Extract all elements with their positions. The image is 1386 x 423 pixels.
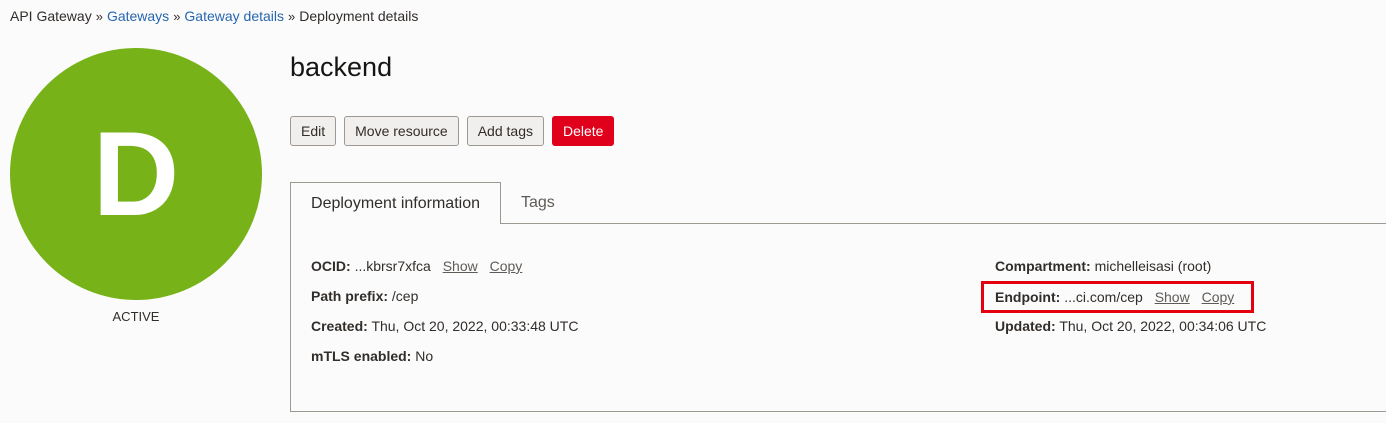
updated-row: Updated: Thu, Oct 20, 2022, 00:34:06 UTC <box>995 318 1266 334</box>
add-tags-button[interactable]: Add tags <box>466 116 544 146</box>
action-bar: Edit Move resource Add tags Delete <box>290 116 615 146</box>
breadcrumb-api-gateway: API Gateway <box>10 8 92 24</box>
ocid-copy-link[interactable]: Copy <box>490 258 523 274</box>
delete-button[interactable]: Delete <box>551 116 615 146</box>
path-prefix-row: Path prefix: /cep <box>311 288 418 304</box>
page-title: backend <box>290 52 393 82</box>
mtls-label: mTLS enabled: <box>311 348 412 364</box>
ocid-label: OCID: <box>311 258 351 274</box>
breadcrumb-gateway-details-link[interactable]: Gateway details <box>184 8 284 24</box>
created-row: Created: Thu, Oct 20, 2022, 00:33:48 UTC <box>311 318 578 334</box>
resource-avatar: D <box>10 48 262 300</box>
breadcrumb-separator: » <box>173 9 181 24</box>
edit-button[interactable]: Edit <box>290 116 337 146</box>
breadcrumb: API Gateway» Gateways» Gateway details» Dep… <box>10 8 418 24</box>
updated-value: Thu, Oct 20, 2022, 00:34:06 UTC <box>1059 318 1267 334</box>
mtls-value: No <box>415 348 434 364</box>
compartment-row: Compartment: michelleisasi (root) <box>995 258 1211 274</box>
avatar-initial: D <box>92 107 180 241</box>
path-prefix-label: Path prefix: <box>311 288 389 304</box>
ocid-show-link[interactable]: Show <box>443 258 478 274</box>
compartment-value: michelleisasi (root) <box>1094 258 1212 274</box>
path-prefix-value: /cep <box>391 288 419 304</box>
breadcrumb-separator: » <box>95 9 103 24</box>
created-value: Thu, Oct 20, 2022, 00:33:48 UTC <box>371 318 579 334</box>
breadcrumb-separator: » <box>288 9 296 24</box>
tab-tags[interactable]: Tags <box>521 182 555 223</box>
compartment-label: Compartment: <box>995 258 1091 274</box>
breadcrumb-gateways-link[interactable]: Gateways <box>107 8 169 24</box>
updated-label: Updated: <box>995 318 1056 334</box>
tab-bar: Deployment information Tags <box>290 182 1386 224</box>
created-label: Created: <box>311 318 368 334</box>
ocid-row: OCID: ...kbrsr7xfca Show Copy <box>311 258 522 274</box>
breadcrumb-current: Deployment details <box>299 8 419 24</box>
mtls-row: mTLS enabled: No <box>311 348 433 364</box>
move-resource-button[interactable]: Move resource <box>344 116 459 146</box>
status-label: ACTIVE <box>112 309 160 324</box>
ocid-value: ...kbrsr7xfca <box>354 258 431 274</box>
endpoint-highlight-box <box>981 281 1254 313</box>
tab-deployment-information[interactable]: Deployment information <box>290 182 501 224</box>
